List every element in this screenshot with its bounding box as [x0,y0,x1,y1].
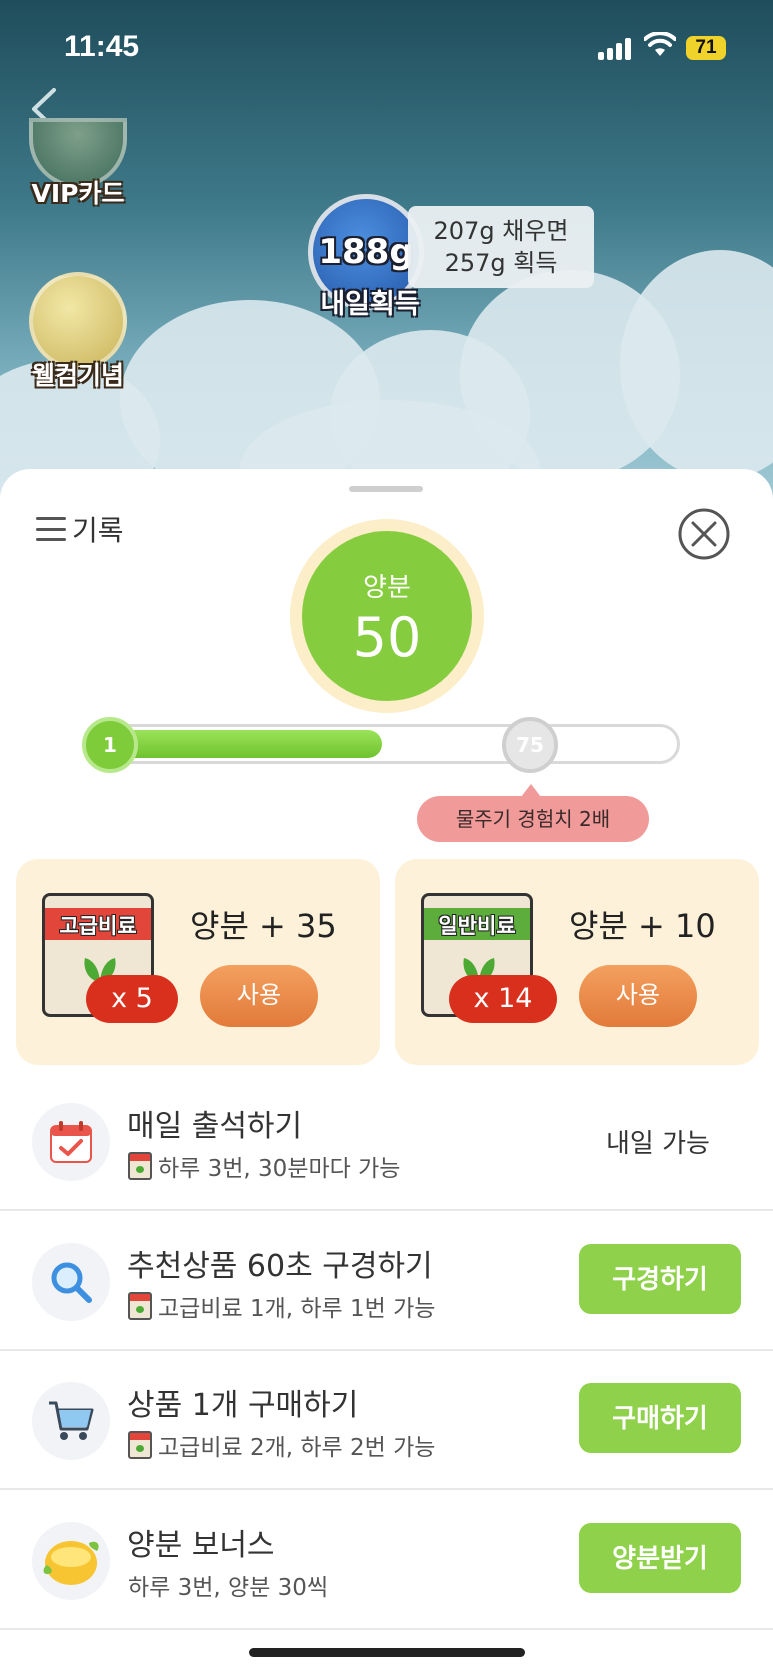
home-indicator[interactable] [249,1648,525,1657]
purchase-button[interactable]: 구매하기 [579,1383,741,1453]
history-button[interactable]: 기록 [36,509,124,549]
mission-daily-attendance: 매일 출석하기 하루 3번, 30분마다 가능 내일 가능 [0,1073,773,1211]
mission-desc-text: 하루 3번, 30분마다 가능 [158,1156,401,1182]
regular-fertilizer-gain: 양분 + 10 [569,907,716,945]
premium-fertilizer-card: 고급비료 x 5 양분 + 35 사용 [16,859,380,1065]
use-premium-fertilizer-button[interactable]: 사용 [200,965,318,1027]
vip-card-label: VIP카드 [31,179,125,208]
mission-desc: 고급비료 2개, 하루 2번 가능 [128,1428,435,1462]
vip-card-badge[interactable]: VIP카드 [26,118,130,210]
battery-indicator: 71 [686,36,726,60]
mission-desc: 고급비료 1개, 하루 1번 가능 [128,1289,435,1323]
menu-icon [36,517,66,541]
regular-fertilizer-name: 일반비료 [438,914,516,938]
welcome-badge[interactable]: 웰컴기념 [26,272,130,392]
mission-status: 내일 가능 [606,1129,710,1159]
wifi-icon [644,32,676,56]
mission-title: 매일 출석하기 [127,1109,303,1144]
mission-desc-text: 고급비료 1개, 하루 1번 가능 [158,1296,436,1322]
mission-desc-text: 고급비료 2개, 하루 2번 가능 [158,1435,436,1461]
level-end-marker: 75 [502,717,558,773]
harvest-tip-line2: 257g 획득 [444,249,558,277]
regular-fertilizer-count: x 14 [449,975,557,1023]
premium-fertilizer-gain: 양분 + 35 [190,907,337,945]
nutrient-gauge: 양분 50 [290,519,484,713]
nutrient-value: 50 [352,606,422,669]
mission-browse-product: 추천상품 60초 구경하기 고급비료 1개, 하루 1번 가능 구경하기 [0,1213,773,1351]
premium-fertilizer-name: 고급비료 [59,914,137,938]
status-time: 11:45 [64,30,140,63]
mission-nutrient-bonus: 양분 보너스 하루 3번, 양분 30씩 양분받기 [0,1492,773,1630]
mission-desc-text: 하루 3번, 양분 30씩 [128,1575,329,1601]
mission-desc: 하루 3번, 양분 30씩 [128,1568,328,1602]
fertilizer-bag-icon [128,1292,152,1320]
cellular-signal-icon [598,36,631,60]
mission-title: 추천상품 60초 구경하기 [127,1249,433,1284]
exp-bonus-tooltip: 물주기 경험치 2배 [417,784,649,842]
mission-desc: 하루 3번, 30분마다 가능 [128,1149,400,1183]
harvest-tip-line1: 207g 채우면 [433,217,569,245]
level-start-marker: 1 [82,717,138,773]
fertilizer-bag-icon [128,1152,152,1180]
premium-fertilizer-count: x 5 [86,975,178,1023]
claim-nutrient-button[interactable]: 양분받기 [579,1523,741,1593]
level-progress-bar [84,724,680,764]
welcome-label: 웰컴기념 [31,361,124,390]
harvest-amount: 188g [318,232,414,272]
close-icon[interactable] [678,508,730,560]
search-icon [32,1243,110,1321]
harvest-tip: 207g 채우면 257g 획득 [408,206,594,288]
nutrient-bottom-sheet: 기록 양분 50 1 75 물주기 경험치 2배 고급비료 x 5 양분 + 3… [0,469,773,1673]
history-label: 기록 [72,514,124,547]
nutrient-bowl-icon [32,1522,110,1600]
fertilizer-bag-icon [128,1431,152,1459]
nutrient-label: 양분 [363,573,411,603]
harvest-label: 내일획득 [320,289,420,320]
use-regular-fertilizer-button[interactable]: 사용 [579,965,697,1027]
mission-purchase-product: 상품 1개 구매하기 고급비료 2개, 하루 2번 가능 구매하기 [0,1352,773,1490]
browse-button[interactable]: 구경하기 [579,1244,741,1314]
cart-icon [32,1382,110,1460]
nutrient-core: 양분 50 [302,531,472,701]
calendar-icon [32,1103,110,1181]
sheet-grabber[interactable] [349,486,423,492]
mission-title: 양분 보너스 [127,1528,275,1563]
mission-title: 상품 1개 구매하기 [127,1388,359,1423]
regular-fertilizer-card: 일반비료 x 14 양분 + 10 사용 [395,859,759,1065]
status-bar: 11:45 71 [0,0,773,100]
